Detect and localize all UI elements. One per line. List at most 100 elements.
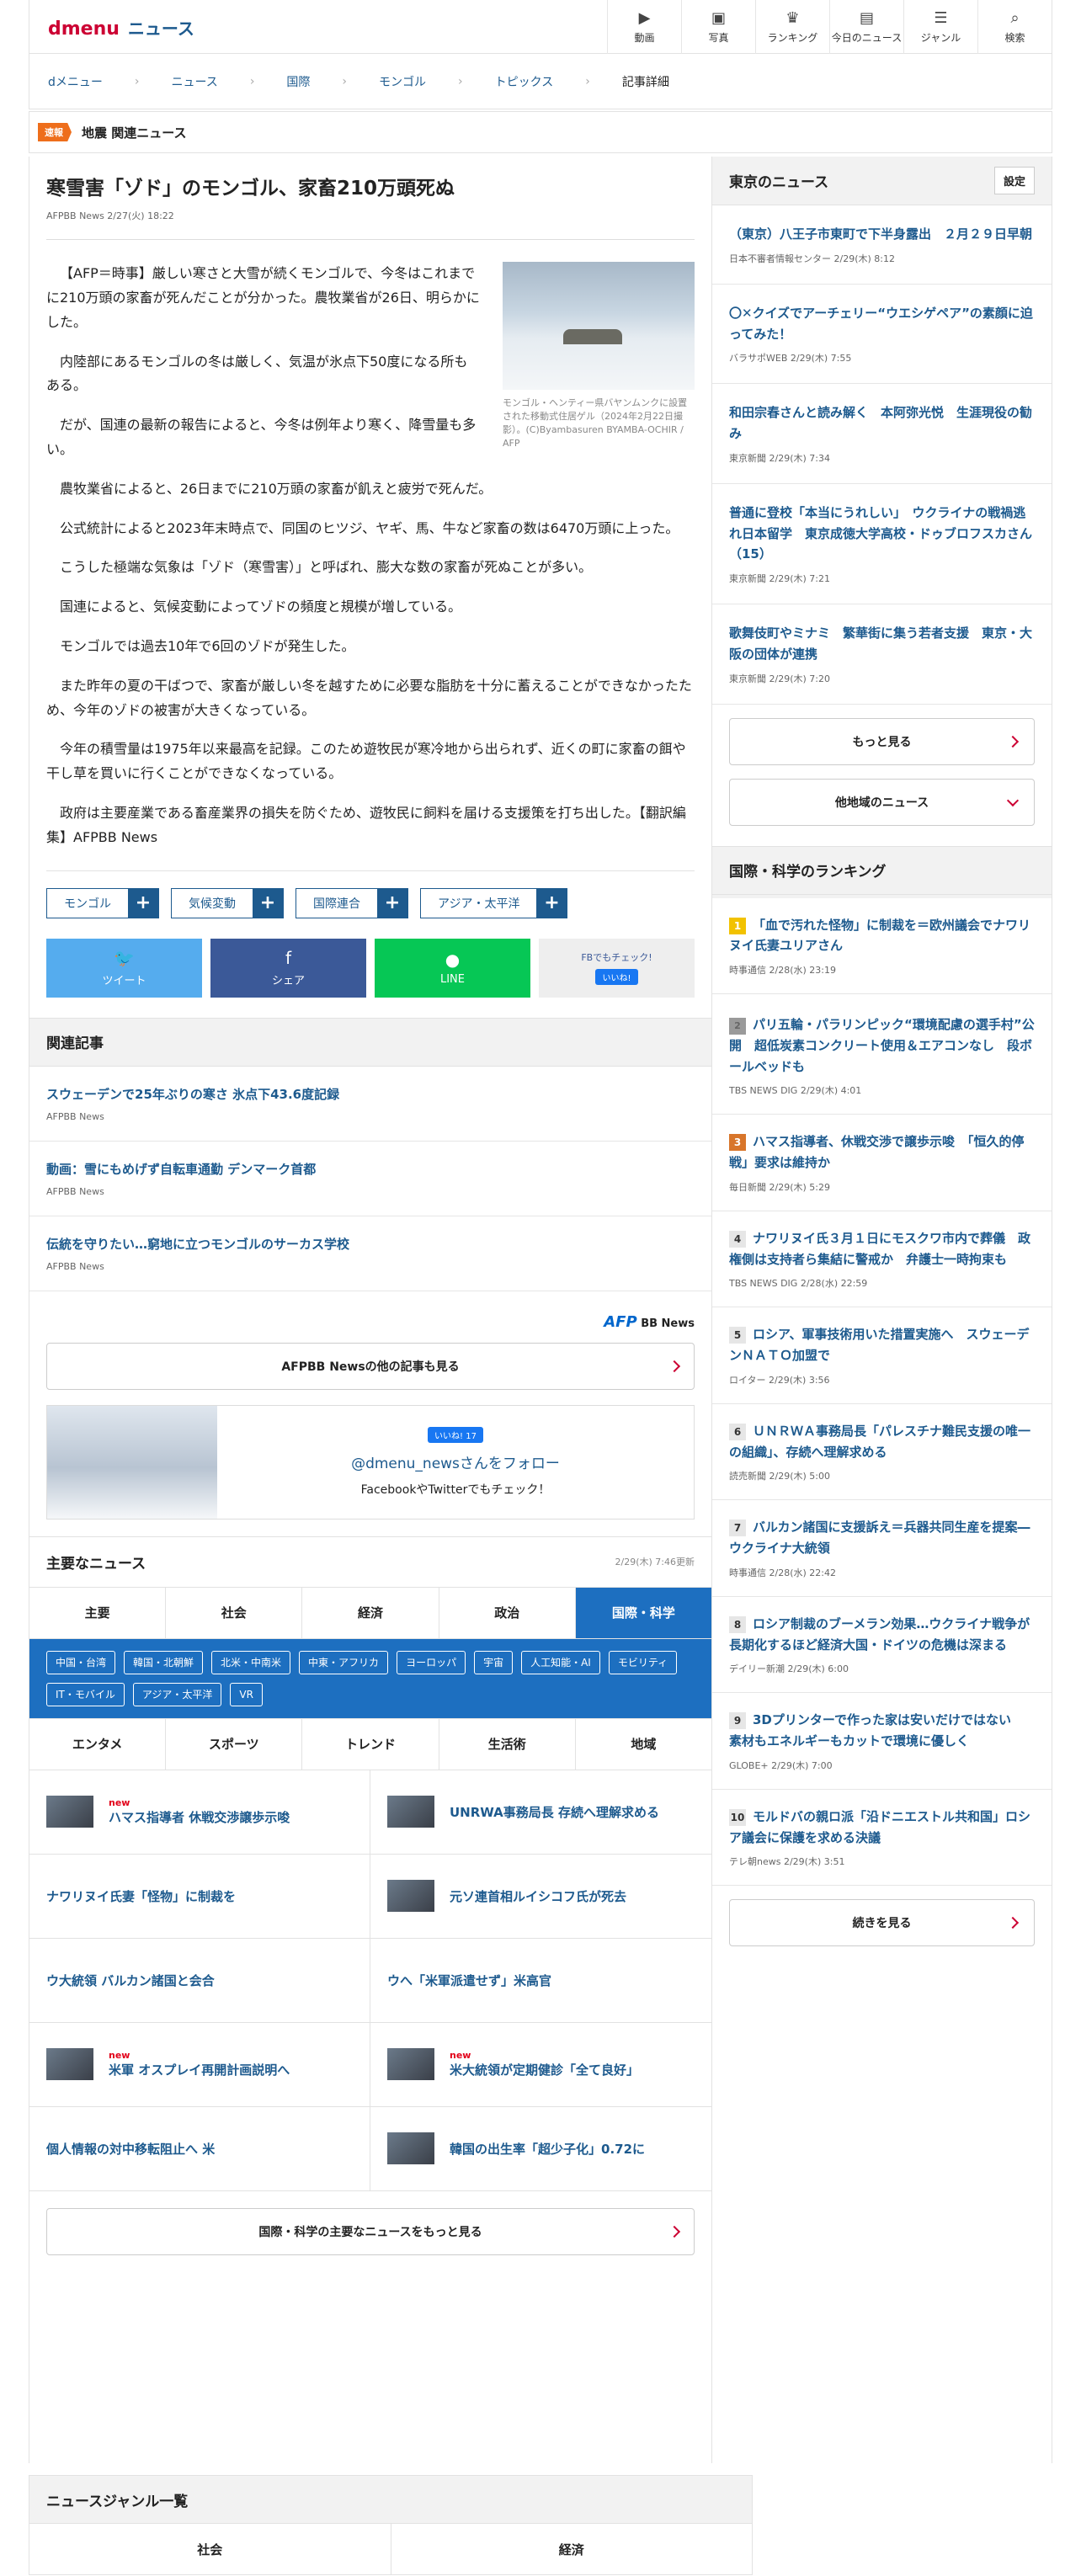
main-news-item[interactable]: 韓国の出生率「超少子化」0.72に — [370, 2107, 711, 2191]
main-news-title[interactable]: 米軍 オスプレイ再開計画説明へ — [109, 2062, 290, 2078]
news-tab[interactable]: 国際・科学 — [574, 1587, 712, 1638]
main-news-more-button[interactable]: 国際・科学の主要なニュースをもっと見る — [46, 2207, 695, 2255]
related-title[interactable]: スウェーデンで25年ぶりの寒さ 氷点下43.6度記録 — [46, 1085, 695, 1103]
subcategory-chip[interactable]: 中国・台湾 — [46, 1650, 116, 1674]
afpbb-more-button[interactable]: AFPBB Newsの他の記事も見る — [46, 1342, 695, 1390]
ranking-title[interactable]: 「血で汚れた怪物」に制裁を＝欧州議会でナワリヌイ氏妻ユリアさん — [729, 918, 1030, 954]
tokyo-news-title[interactable]: 和田宗春さんと読み解く 本阿弥光悦 生涯現役の勧み — [729, 402, 1035, 444]
ranking-title[interactable]: ハマス指導者、休戦交渉で譲歩示唆 「恒久的停戦」要求は維持か — [729, 1134, 1025, 1170]
subcategory-chip[interactable]: 中東・アフリカ — [299, 1650, 389, 1674]
subcategory-chip[interactable]: 人工知能・AI — [521, 1650, 600, 1674]
ranking-title-row[interactable]: 5 ロシア、軍事技術用いた措置実施へ スウェーデンＮＡＴＯ加盟で — [729, 1324, 1035, 1366]
topic-tag[interactable]: 国際連合 + — [296, 887, 408, 918]
ranking-title[interactable]: ロシア制裁のブーメラン効果…ウクライナ戦争が長期化するほど経済大国・ドイツの危機… — [729, 1616, 1030, 1653]
ranking-item[interactable]: 2 パリ五輪・パラリンピック“環境配慮の選手村”公開 超低炭素コンクリート使用＆エ… — [712, 994, 1052, 1115]
ranking-title-row[interactable]: 2 パリ五輪・パラリンピック“環境配慮の選手村”公開 超低炭素コンクリート使用＆エ… — [729, 1011, 1035, 1077]
main-news-item[interactable]: UNRWA事務局長 存続へ理解求める — [370, 1770, 711, 1855]
genre-item[interactable]: 社会 — [29, 2524, 391, 2574]
follow-like-button[interactable]: いいね! 17 — [428, 1426, 483, 1443]
ranking-title-row[interactable]: 9 3Dプリンターで作った家は安いだけではない 素材もエネルギーもカットで環境に優… — [729, 1710, 1035, 1752]
subcategory-chip[interactable]: 北米・中南米 — [211, 1650, 291, 1674]
news-tab[interactable]: 経済 — [301, 1587, 438, 1638]
main-news-title[interactable]: ナワリヌイ氏妻「怪物」に制裁を — [46, 1889, 236, 1904]
site-logo[interactable]: dmenu ニュース — [48, 15, 194, 40]
main-news-title[interactable]: 韓国の出生率「超少子化」0.72に — [450, 2142, 645, 2157]
breadcrumb-item[interactable]: トピックス — [495, 73, 554, 90]
ranking-item[interactable]: 9 3Dプリンターで作った家は安いだけではない 素材もエネルギーもカットで環境に優… — [712, 1693, 1052, 1790]
ranking-item[interactable]: 1 「血で汚れた怪物」に制裁を＝欧州議会でナワリヌイ氏妻ユリアさん 時事通信 2/2… — [712, 897, 1052, 994]
tokyo-news-title[interactable]: （東京）八王子市東町で下半身露出 ２月２９日早朝 — [729, 224, 1035, 245]
article-photo[interactable] — [503, 262, 695, 391]
nav-genre[interactable]: ☰ ジャンル — [903, 0, 977, 54]
ranking-title[interactable]: バルカン諸国に支援訴え＝兵器共同生産を提案―ウクライナ大統領 — [729, 1520, 1030, 1556]
main-news-item[interactable]: ナワリヌイ氏妻「怪物」に制裁を — [29, 1854, 370, 1939]
main-news-title[interactable]: UNRWA事務局長 存続へ理解求める — [450, 1805, 659, 1820]
subcategory-chip[interactable]: VR — [230, 1682, 263, 1706]
news-tab[interactable]: 政治 — [438, 1587, 575, 1638]
facebook-share-button[interactable]: f シェア — [210, 938, 366, 998]
news-tab[interactable]: 生活術 — [438, 1718, 575, 1770]
ranking-more-button[interactable]: 続きを見る — [729, 1899, 1035, 1947]
topic-tag[interactable]: アジア・太平洋 + — [420, 887, 568, 918]
nav-today[interactable]: ▤ 今日のニュース — [829, 0, 903, 54]
line-share-button[interactable]: ● LINE — [375, 938, 530, 998]
breadcrumb-item[interactable]: dメニュー — [48, 73, 103, 90]
topic-tag[interactable]: モンゴル + — [46, 887, 159, 918]
news-tab[interactable]: 地域 — [574, 1718, 711, 1770]
nav-photo[interactable]: ▣ 写真 — [681, 0, 755, 54]
news-tab[interactable]: 社会 — [165, 1587, 301, 1638]
main-news-title[interactable]: 個人情報の対中移転阻止へ 米 — [46, 2142, 215, 2157]
tokyo-news-item[interactable]: 歌舞伎町やミナミ 繁華街に集う若者支援 東京・大阪の団体が連携 東京新聞 2/29… — [712, 604, 1052, 705]
tokyo-more-button[interactable]: もっと見る — [729, 717, 1035, 765]
ranking-item[interactable]: 5 ロシア、軍事技術用いた措置実施へ スウェーデンＮＡＴＯ加盟で ロイター 2/29… — [712, 1307, 1052, 1404]
main-news-item[interactable]: new 米軍 オスプレイ再開計画説明へ — [29, 2022, 370, 2107]
plus-icon[interactable]: + — [253, 888, 283, 918]
main-news-title[interactable]: ウへ「米軍派遣せず」米高官 — [387, 1973, 551, 1988]
main-news-title[interactable]: 元ソ連首相ルイシコフ氏が死去 — [450, 1889, 626, 1904]
tokyo-news-title[interactable]: 〇✕クイズでアーチェリー“ウエシゲペア”の素顔に迫ってみた！ — [729, 303, 1035, 345]
related-title[interactable]: 伝統を守りたい…窮地に立つモンゴルのサーカス学校 — [46, 1235, 695, 1253]
fb-like-button[interactable]: いいね! — [595, 969, 638, 986]
ranking-title[interactable]: ロシア、軍事技術用いた措置実施へ スウェーデンＮＡＴＯ加盟で — [729, 1327, 1030, 1363]
plus-icon[interactable]: + — [377, 888, 407, 918]
topic-tag[interactable]: 気候変動 + — [171, 887, 284, 918]
ranking-title[interactable]: 3Dプリンターで作った家は安いだけではない 素材もエネルギーもカットで環境に優し… — [729, 1712, 1024, 1748]
main-news-title[interactable]: 米大統領が定期健診「全て良好」 — [450, 2062, 639, 2078]
tokyo-news-title[interactable]: 歌舞伎町やミナミ 繁華街に集う若者支援 東京・大阪の団体が連携 — [729, 623, 1035, 665]
related-title[interactable]: 動画：雪にもめげず自転車通勤 デンマーク首都 — [46, 1160, 695, 1178]
related-item[interactable]: スウェーデンで25年ぶりの寒さ 氷点下43.6度記録 AFPBB News — [29, 1067, 711, 1142]
main-news-item[interactable]: new 米大統領が定期健診「全て良好」 — [370, 2023, 711, 2107]
breadcrumb-item[interactable]: 国際 — [286, 73, 310, 90]
settings-button[interactable]: 設定 — [993, 167, 1035, 194]
subcategory-chip[interactable]: ヨーロッパ — [397, 1650, 466, 1674]
ranking-title[interactable]: ＵＮＲＷＡ事務局長「パレスチナ難民支援の唯一の組織」、存続へ理解求める — [729, 1424, 1030, 1460]
breadcrumb-item[interactable]: モンゴル — [379, 73, 426, 90]
main-news-title[interactable]: ハマス指導者 休戦交渉譲歩示唆 — [109, 1810, 290, 1825]
subcategory-chip[interactable]: IT・モバイル — [46, 1682, 125, 1706]
ranking-title[interactable]: パリ五輪・パラリンピック“環境配慮の選手村”公開 超低炭素コンクリート使用＆エア… — [729, 1017, 1035, 1074]
breadcrumb-item[interactable]: ニュース — [172, 73, 218, 90]
main-news-item[interactable]: ウ大統領 バルカン諸国と会合 — [29, 1938, 370, 2023]
ranking-title-row[interactable]: 8 ロシア制裁のブーメラン効果…ウクライナ戦争が長期化するほど経済大国・ドイツの危… — [729, 1614, 1035, 1656]
follow-handle[interactable]: @dmenu_newsさんをフォロー — [351, 1451, 560, 1472]
tweet-button[interactable]: 🐦 ツイート — [46, 938, 202, 998]
ranking-item[interactable]: 3 ハマス指導者、休戦交渉で譲歩示唆 「恒久的停戦」要求は維持か 毎日新聞 2/29… — [712, 1115, 1052, 1211]
ranking-item[interactable]: 7 バルカン諸国に支援訴え＝兵器共同生産を提案―ウクライナ大統領 時事通信 2/28… — [712, 1500, 1052, 1597]
main-news-item[interactable]: new ハマス指導者 休戦交渉譲歩示唆 — [29, 1770, 370, 1855]
breaking-news-bar[interactable]: 速報 地震 関連ニュース — [29, 111, 1052, 153]
news-tab[interactable]: スポーツ — [165, 1718, 301, 1770]
ranking-title-row[interactable]: 3 ハマス指導者、休戦交渉で譲歩示唆 「恒久的停戦」要求は維持か — [729, 1131, 1035, 1174]
nav-search[interactable]: ⌕ 検索 — [977, 0, 1052, 54]
ranking-title[interactable]: モルドバの親ロ派「沿ドニエストル共和国」ロシア議会に保護を求める決議 — [729, 1809, 1030, 1845]
other-region-button[interactable]: 他地域のニュース — [729, 778, 1035, 826]
ranking-title-row[interactable]: 7 バルカン諸国に支援訴え＝兵器共同生産を提案―ウクライナ大統領 — [729, 1517, 1035, 1559]
tokyo-news-item[interactable]: 和田宗春さんと読み解く 本阿弥光悦 生涯現役の勧み 東京新聞 2/29(木) 7:… — [712, 384, 1052, 484]
main-news-title[interactable]: ウ大統領 バルカン諸国と会合 — [46, 1973, 215, 1988]
subcategory-chip[interactable]: 宇宙 — [474, 1650, 514, 1674]
news-tab[interactable]: 主要 — [29, 1588, 165, 1638]
nav-video[interactable]: ▶ 動画 — [607, 0, 681, 54]
nav-ranking[interactable]: ♛ ランキング — [755, 0, 829, 54]
subcategory-chip[interactable]: モビリティ — [608, 1650, 678, 1674]
main-news-item[interactable]: ウへ「米軍派遣せず」米高官 — [370, 1939, 711, 2023]
main-news-item[interactable]: 個人情報の対中移転阻止へ 米 — [29, 2106, 370, 2191]
